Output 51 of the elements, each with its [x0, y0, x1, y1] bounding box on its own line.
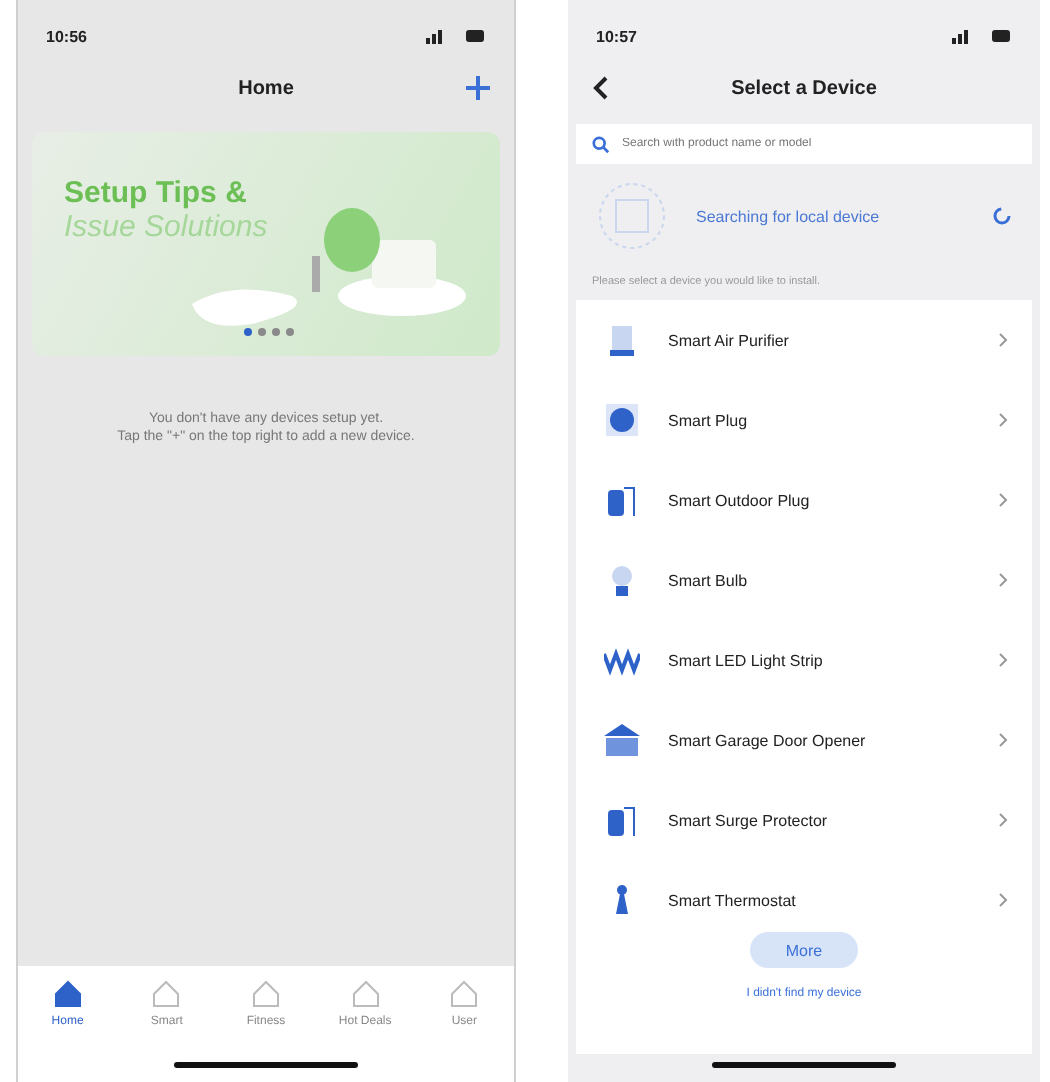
more-button[interactable]: More [750, 932, 858, 968]
carousel-dot[interactable] [258, 328, 266, 336]
chevron-icon [998, 812, 1008, 828]
scanning-icon [596, 180, 668, 252]
device-row[interactable]: Smart Garage Door Opener [576, 700, 1032, 780]
device-row[interactable]: Smart Plug [576, 380, 1032, 460]
device-icon [604, 402, 640, 438]
house-icon [150, 978, 183, 1010]
banner-title: Setup Tips & [64, 176, 249, 210]
chevron-icon [998, 892, 1008, 908]
chevron-icon [998, 492, 1008, 508]
status-icons-icon [952, 28, 1012, 44]
device-icon [604, 722, 640, 758]
scanning-status: Searching for local device [696, 207, 882, 225]
device-icon [604, 802, 640, 838]
carousel-dot[interactable] [286, 328, 294, 336]
device-name: Smart Garage Door Opener [668, 731, 868, 749]
device-name: Smart Thermostat [668, 891, 798, 909]
screen-title: Select a Device [731, 77, 877, 99]
house-icon [51, 978, 84, 1010]
status-time: 10:56 [46, 27, 87, 45]
status-time: 10:57 [596, 27, 637, 45]
device-row[interactable]: Smart Surge Protector [576, 780, 1032, 860]
screen-title: Home [238, 77, 294, 99]
house-icon [349, 978, 382, 1010]
status-icons-icon [426, 28, 486, 44]
chevron-icon [998, 412, 1008, 428]
device-row[interactable]: Smart Bulb [576, 540, 1032, 620]
chevron-icon [998, 652, 1008, 668]
device-name: Smart Outdoor Plug [668, 491, 812, 509]
loading-icon [992, 206, 1012, 226]
banner-subtitle: Issue Solutions [64, 210, 268, 244]
device-name: Smart Plug [668, 411, 750, 429]
back-icon[interactable] [592, 76, 608, 100]
device-name: Smart LED Light Strip [668, 651, 825, 669]
carousel-dot[interactable] [272, 328, 280, 336]
carousel-dot[interactable] [244, 328, 252, 336]
add-icon[interactable] [466, 76, 490, 100]
chevron-icon [998, 572, 1008, 588]
house-icon [448, 978, 481, 1010]
device-row[interactable]: Smart Air Purifier [576, 300, 1032, 380]
house-icon [249, 978, 282, 1010]
device-icon [604, 482, 640, 518]
device-row[interactable]: Smart Outdoor Plug [576, 460, 1032, 540]
chevron-icon [998, 332, 1008, 348]
device-name: Smart Air Purifier [668, 331, 791, 349]
device-name: Smart Surge Protector [668, 811, 830, 829]
device-icon [604, 322, 640, 358]
device-name: Smart Bulb [668, 571, 750, 589]
device-row[interactable]: Smart LED Light Strip [576, 620, 1032, 700]
chevron-icon [998, 732, 1008, 748]
